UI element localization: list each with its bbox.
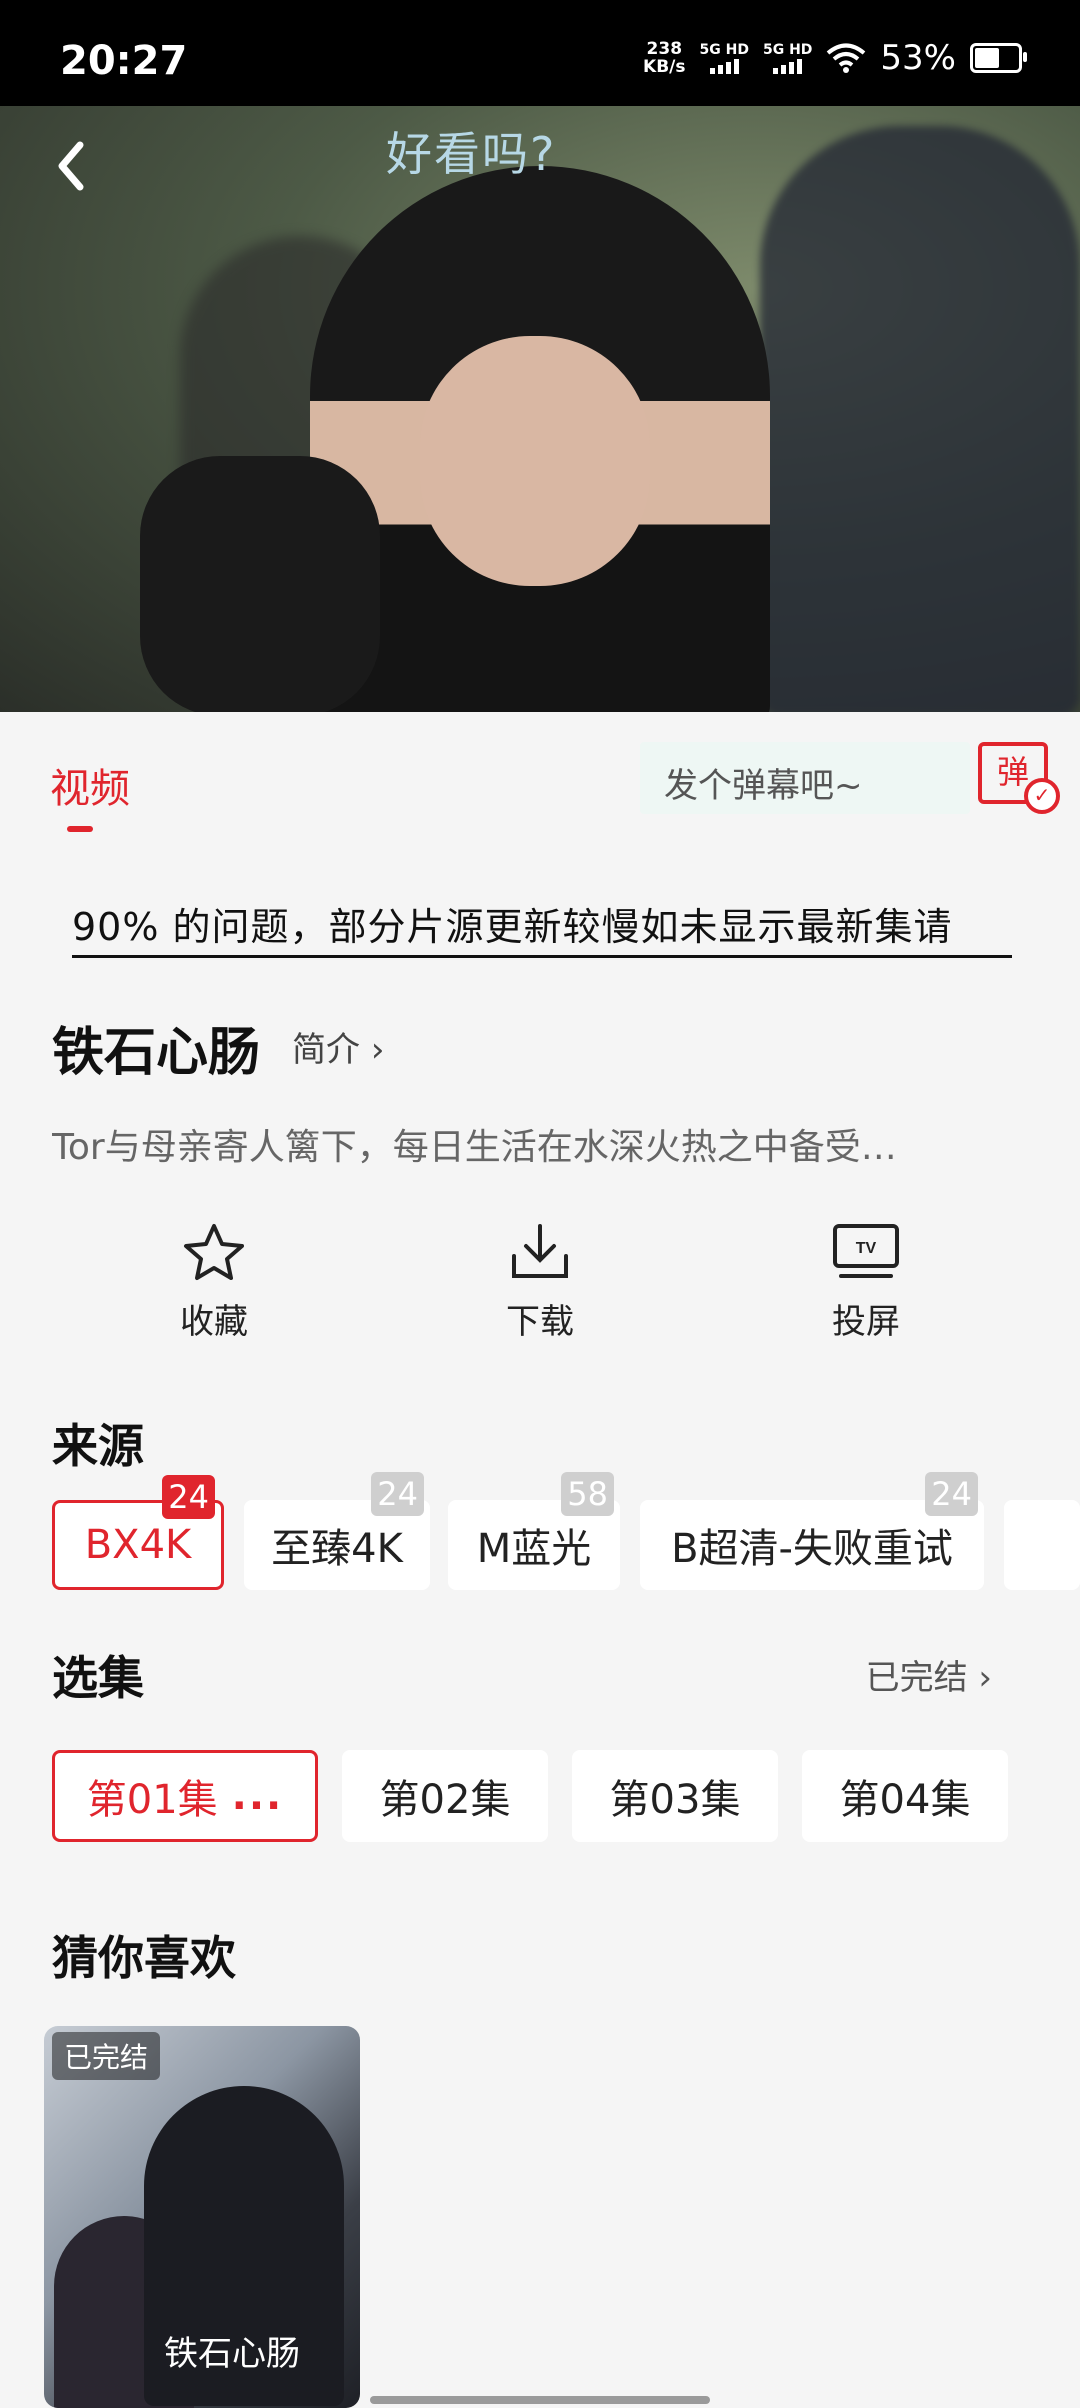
net-speed: 238 KB/s xyxy=(643,40,685,76)
danmu-button-label: 弹 xyxy=(996,753,1029,791)
source-label: BX4K xyxy=(84,1522,192,1568)
episode-item[interactable]: 第01集 ... xyxy=(52,1750,318,1842)
episode-label: 第01集 xyxy=(86,1777,218,1823)
source-episode-count-badge: 24 xyxy=(925,1472,978,1516)
chevron-right-icon: › xyxy=(978,1658,992,1698)
intro-label: 简介 xyxy=(292,1030,360,1070)
recommend-heading: 猜你喜欢 xyxy=(52,1931,236,1985)
episode-label: 第03集 xyxy=(609,1777,741,1823)
net-speed-unit: KB/s xyxy=(643,57,686,77)
home-indicator[interactable] xyxy=(370,2396,710,2404)
video-subtitle: 好看吗? xyxy=(386,127,557,181)
episodes-heading: 选集 xyxy=(52,1651,144,1705)
signal-sim1-icon: 5G HD xyxy=(700,42,749,74)
tabs-row: 视频 发个弹幕吧~ 弹 ✓ xyxy=(0,712,1080,832)
video-player[interactable]: 好看吗? xyxy=(0,106,1080,712)
show-title: 铁石心肠 xyxy=(52,1023,261,1083)
recommend-card[interactable]: 已完结 铁石心肠 xyxy=(44,2026,360,2408)
source-more[interactable] xyxy=(1004,1500,1080,1590)
source-zhizhen4k[interactable]: 至臻4K 24 xyxy=(244,1472,430,1590)
favorite-label: 收藏 xyxy=(180,1302,248,1342)
star-icon xyxy=(184,1224,244,1280)
chevron-right-icon: › xyxy=(370,1030,385,1070)
video-frame-bg-person xyxy=(760,126,1080,712)
source-episode-count-badge: 24 xyxy=(162,1475,215,1519)
wifi-icon xyxy=(827,43,866,73)
episodes-status-link[interactable]: 已完结 › xyxy=(866,1650,992,1699)
sim1-label: 5G HD xyxy=(699,42,749,58)
danmu-input[interactable]: 发个弹幕吧~ xyxy=(640,742,970,814)
source-episode-count-badge: 24 xyxy=(371,1472,424,1516)
battery-icon xyxy=(970,43,1027,73)
episode-item[interactable]: 第03集 xyxy=(572,1750,778,1842)
battery-percent: 53% xyxy=(880,38,956,78)
status-bar: 20:27 238 KB/s 5G HD 5G HD 53% xyxy=(0,0,1080,106)
danmu-placeholder: 发个弹幕吧~ xyxy=(664,766,863,806)
source-label: 至臻4K xyxy=(271,1526,403,1572)
completed-badge: 已完结 xyxy=(52,2032,161,2080)
episode-label: 第02集 xyxy=(379,1777,511,1823)
video-frame-hand xyxy=(140,456,380,712)
source-m-bluray[interactable]: M蓝光 58 xyxy=(448,1472,620,1590)
svg-text:TV: TV xyxy=(856,1240,877,1257)
source-label: M蓝光 xyxy=(476,1526,592,1572)
sources-heading: 来源 xyxy=(52,1419,144,1473)
episodes-header: 选集 已完结 › xyxy=(52,1642,1032,1705)
source-b-hd[interactable]: B超清-失败重试 24 xyxy=(640,1472,984,1590)
intro-link[interactable]: 简介 › xyxy=(292,1022,384,1071)
download-icon xyxy=(512,1224,568,1278)
back-button[interactable] xyxy=(56,136,86,206)
danmu-toggle-button[interactable]: 弹 ✓ xyxy=(978,742,1060,814)
favorite-button[interactable]: 收藏 xyxy=(134,1222,294,1343)
video-frame-face xyxy=(420,336,650,586)
signal-sim2-icon: 5G HD xyxy=(763,42,812,74)
episode-list: 第01集 ... 第02集 第03集 第04集 xyxy=(52,1750,1080,1842)
episode-item[interactable]: 第02集 xyxy=(342,1750,548,1842)
poster-title: 铁石心肠 xyxy=(164,2334,300,2374)
tab-active-indicator xyxy=(67,826,93,832)
action-bar: 收藏 下载 TV 投屏 xyxy=(0,1222,1080,1342)
sim2-label: 5G HD xyxy=(762,42,813,58)
status-icons: 238 KB/s 5G HD 5G HD 53% xyxy=(643,38,1027,78)
notice-marquee: 90% 的问题，部分片源更新较慢如未显示最新集请 xyxy=(72,896,1012,958)
episode-label: 第04集 xyxy=(839,1777,971,1823)
net-speed-value: 238 xyxy=(646,39,683,59)
check-icon: ✓ xyxy=(1024,778,1060,814)
chevron-left-icon xyxy=(58,141,84,191)
download-label: 下载 xyxy=(506,1302,574,1342)
tv-cast-icon: TV xyxy=(833,1224,899,1278)
status-time: 20:27 xyxy=(60,38,188,84)
download-button[interactable]: 下载 xyxy=(460,1222,620,1343)
cast-button[interactable]: TV 投屏 xyxy=(786,1222,946,1343)
playing-indicator-icon: ... xyxy=(231,1773,284,1819)
source-label: B超清-失败重试 xyxy=(671,1526,953,1572)
cast-label: 投屏 xyxy=(832,1302,900,1342)
show-synopsis[interactable]: Tor与母亲寄人篱下，每日生活在水深火热之中备受… xyxy=(52,1118,982,1170)
episode-item[interactable]: 第04集 xyxy=(802,1750,1008,1842)
source-bx4k[interactable]: BX4K 24 xyxy=(52,1475,224,1590)
source-episode-count-badge: 58 xyxy=(561,1472,614,1516)
episodes-status: 已完结 xyxy=(865,1658,968,1698)
tab-video[interactable]: 视频 xyxy=(50,756,130,814)
sources-list: BX4K 24 至臻4K 24 M蓝光 58 B超清-失败重试 24 xyxy=(52,1472,1080,1590)
